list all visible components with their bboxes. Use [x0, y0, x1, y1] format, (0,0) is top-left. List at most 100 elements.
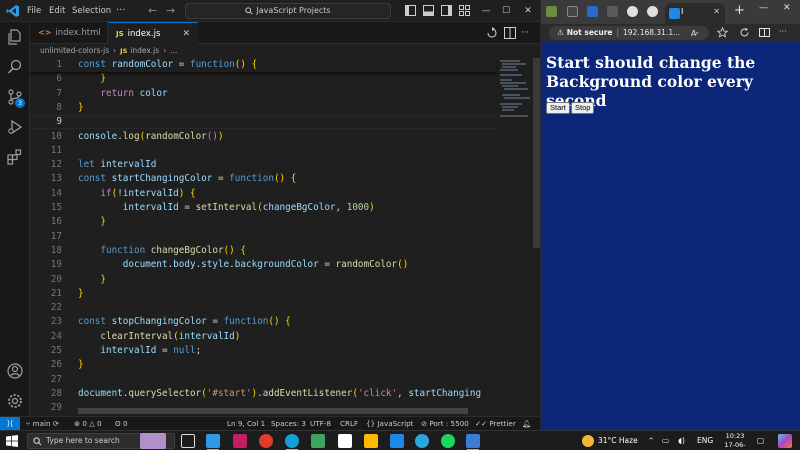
customize-layout-icon[interactable] — [459, 5, 470, 16]
code-line[interactable]: 8} — [30, 101, 496, 115]
remote-indicator-icon[interactable]: ⟩⟨ — [0, 417, 20, 431]
encoding[interactable]: UTF-8 — [310, 417, 331, 431]
task-view-icon[interactable] — [181, 434, 195, 448]
split-editor-icon[interactable] — [504, 27, 516, 39]
menu-selection[interactable]: Selection — [72, 0, 111, 22]
extensions-icon[interactable] — [6, 148, 24, 166]
breadcrumb-file[interactable]: index.js — [130, 46, 159, 55]
minimize-icon[interactable]: — — [759, 3, 768, 13]
minimap[interactable] — [496, 58, 532, 416]
code-line[interactable]: 27 — [30, 373, 496, 387]
language-indicator[interactable]: ENG — [697, 431, 713, 450]
code-line[interactable]: 22 — [30, 301, 496, 315]
code-line[interactable]: 11 — [30, 144, 496, 158]
toggle-panel-icon[interactable] — [423, 5, 434, 16]
line-ending[interactable]: CRLF — [340, 417, 358, 431]
profile-avatar-icon[interactable] — [546, 6, 557, 17]
run-debug-icon[interactable] — [6, 118, 24, 136]
workspaces-icon[interactable] — [567, 6, 578, 17]
back-arrow-icon[interactable]: ← — [148, 3, 157, 19]
intellij-taskbar-icon[interactable] — [233, 434, 247, 448]
bell-icon[interactable]: 🔔︎ — [522, 417, 531, 431]
close-tab-icon[interactable]: ✕ — [713, 7, 720, 16]
toggle-secondary-sidebar-icon[interactable] — [441, 5, 452, 16]
tab-favicon-icon[interactable] — [647, 6, 658, 17]
code-line[interactable]: 6 } — [30, 72, 496, 86]
code-line[interactable]: 9 — [30, 115, 496, 130]
account-icon[interactable] — [6, 362, 24, 380]
stop-button[interactable]: Stop — [571, 102, 595, 114]
file-explorer-taskbar-icon[interactable] — [364, 434, 378, 448]
tab-index-html[interactable]: <> index.html — [30, 22, 108, 44]
browser-tab-active[interactable]: I ✕ — [665, 3, 725, 24]
close-icon[interactable]: ✕ — [518, 0, 538, 22]
code-line[interactable]: 1 const randomColor = function() { — [30, 58, 496, 73]
copilot-icon[interactable] — [778, 434, 792, 448]
code-line[interactable]: 14 if(!intervalId) { — [30, 187, 496, 201]
code-line[interactable]: 17 — [30, 230, 496, 244]
code-line[interactable]: 12 let intervalId — [30, 158, 496, 172]
scrollbar-thumb[interactable] — [533, 58, 540, 248]
code-line[interactable]: 13 const startChangingColor = function() … — [30, 172, 496, 186]
new-tab-icon[interactable]: + — [734, 3, 745, 19]
horizontal-scrollbar[interactable] — [78, 408, 468, 414]
code-line[interactable]: 10 console.log(randomColor()) — [30, 130, 496, 144]
taskbar-clock[interactable]: 10:23 17-06-2024 — [718, 432, 752, 450]
maximize-icon[interactable]: ☐ — [496, 0, 516, 22]
weather-text[interactable]: 31°C Haze — [598, 431, 638, 450]
speaker-icon[interactable]: ◖) — [678, 431, 685, 450]
vertical-scrollbar[interactable] — [532, 58, 540, 416]
code-editor[interactable]: 1 const randomColor = function() {6 } 7 re… — [30, 58, 540, 416]
tab-favicon-icon[interactable] — [607, 6, 618, 17]
github-favicon-icon[interactable] — [627, 6, 638, 17]
read-aloud-icon[interactable]: Aᵃ — [691, 27, 702, 38]
screen-app-taskbar-icon[interactable] — [466, 434, 480, 448]
ports-indicator[interactable]: ʘ 0 — [115, 417, 128, 431]
cursor-position[interactable]: Ln 9, Col 1 — [227, 417, 265, 431]
breadcrumb-symbol[interactable]: ... — [170, 46, 177, 55]
menu-edit[interactable]: Edit — [49, 0, 65, 22]
toggle-sidebar-icon[interactable] — [405, 5, 416, 16]
more-actions-icon[interactable]: ··· — [521, 22, 529, 44]
windows-start-icon[interactable] — [6, 435, 18, 447]
code-line[interactable]: 21} — [30, 287, 496, 301]
vscode-logo-icon[interactable] — [6, 4, 20, 18]
code-line[interactable]: 19 document.body.style.backgroundColor =… — [30, 258, 496, 272]
weather-icon[interactable] — [582, 435, 594, 447]
chrome-taskbar-icon[interactable] — [311, 434, 325, 448]
code-line[interactable]: 20 } — [30, 273, 496, 287]
search-highlight-image-icon[interactable] — [140, 433, 166, 449]
code-line[interactable]: 26} — [30, 358, 496, 372]
explorer-icon[interactable] — [6, 28, 24, 46]
split-screen-icon[interactable] — [759, 27, 770, 38]
address-bar[interactable]: ⚠ Not secure | 192.168.31.1... — [549, 26, 709, 40]
live-server-port[interactable]: ⊘ Port : 5500 — [421, 417, 469, 431]
code-line[interactable]: 18 function changeBgColor() { — [30, 244, 496, 258]
code-line[interactable]: 28 document.querySelector('#start').addEv… — [30, 387, 496, 401]
minimize-icon[interactable]: — — [476, 0, 496, 22]
notification-icon[interactable]: ▢ — [757, 431, 764, 450]
code-line[interactable]: 24 clearInterval(intervalId) — [30, 330, 496, 344]
network-icon[interactable]: ▭ — [662, 431, 669, 450]
menu-file[interactable]: File — [27, 0, 41, 22]
forward-arrow-icon[interactable]: → — [166, 3, 175, 19]
close-icon[interactable]: ✕ — [783, 3, 791, 13]
notion-taskbar-icon[interactable] — [338, 434, 352, 448]
tab-index-js[interactable]: JS index.js ✕ — [108, 22, 198, 45]
code-line[interactable]: 15 intervalId = setInterval(changeBgColo… — [30, 201, 496, 215]
breadcrumb-folder[interactable]: unlimited-colors-js — [40, 46, 109, 55]
refresh-icon[interactable] — [739, 27, 750, 38]
telegram-taskbar-icon[interactable] — [415, 434, 429, 448]
security-indicator[interactable]: Not secure — [567, 28, 613, 37]
code-line[interactable]: 16 } — [30, 215, 496, 229]
vscode-taskbar-icon[interactable] — [206, 434, 220, 448]
menu-more[interactable]: ··· — [116, 0, 126, 22]
tab-favicon-icon[interactable] — [587, 6, 598, 17]
favorite-star-icon[interactable] — [717, 27, 728, 38]
search-icon[interactable] — [6, 58, 24, 76]
command-center[interactable]: JavaScript Projects — [185, 3, 391, 19]
more-menu-icon[interactable]: ··· — [779, 27, 790, 38]
problems-indicator[interactable]: ⊗ 0 △ 0 — [74, 417, 102, 431]
gear-icon[interactable] — [6, 392, 24, 410]
code-line[interactable]: 7 return color — [30, 87, 496, 101]
